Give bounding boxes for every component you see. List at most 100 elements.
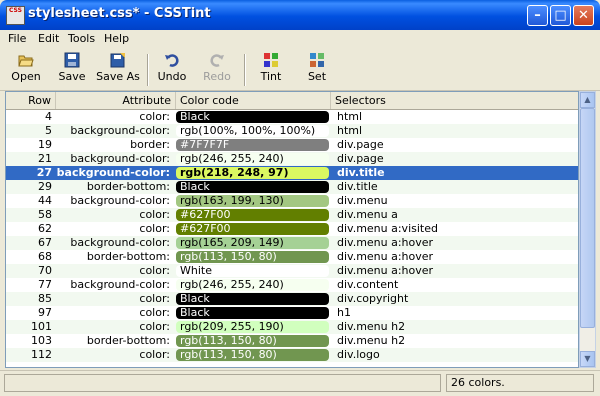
table-row[interactable]: 103 border-bottom: rgb(113, 150, 80) div.me… (6, 334, 578, 348)
status-panel-main (4, 374, 441, 392)
cell-color-code[interactable]: rgb(113, 150, 80) (176, 349, 329, 361)
cell-color-code[interactable]: rgb(246, 255, 240) (176, 153, 329, 165)
cell-color-code[interactable]: Black (176, 293, 329, 305)
menu-help[interactable]: Help (104, 32, 129, 45)
cell-color-code[interactable]: White (176, 265, 329, 277)
cell-selectors: div.menu a (337, 208, 398, 221)
save-button[interactable]: Save (57, 52, 87, 83)
cell-selectors: div.logo (337, 348, 380, 361)
cell-selectors: div.menu a:hover (337, 250, 434, 263)
redo-button[interactable]: Redo (201, 52, 233, 83)
column-header-selectors[interactable]: Selectors (331, 92, 578, 109)
cell-attribute: color: (139, 348, 170, 361)
column-header-row[interactable]: Row (6, 92, 56, 109)
save-label: Save (58, 70, 86, 83)
cell-row-number: 5 (45, 124, 52, 137)
cell-row-number: 27 (36, 166, 52, 179)
menu-tools[interactable]: Tools (68, 32, 95, 45)
cell-selectors: html (337, 124, 363, 137)
open-button[interactable]: Open (10, 52, 42, 83)
undo-label: Undo (157, 70, 187, 83)
cell-color-code[interactable]: Black (176, 181, 329, 193)
undo-arrow-icon (164, 52, 180, 68)
table-row[interactable]: 58 color: #627F00 div.menu a (6, 208, 578, 222)
window-title: stylesheet.css* - CSSTint (28, 6, 211, 21)
cell-color-code[interactable]: rgb(218, 248, 97) (176, 167, 329, 179)
cell-attribute: background-color: (70, 194, 170, 207)
cell-row-number: 58 (38, 208, 52, 221)
table-row[interactable]: 5 background-color: rgb(100%, 100%, 100%) h… (6, 124, 578, 138)
set-button[interactable]: Set (303, 52, 331, 83)
cell-color-code[interactable]: #7F7F7F (176, 139, 329, 151)
scroll-thumb[interactable] (580, 108, 595, 328)
table-row[interactable]: 29 border-bottom: Black div.title (6, 180, 578, 194)
cell-selectors: div.title (337, 166, 385, 179)
cell-color-code[interactable]: rgb(113, 150, 80) (176, 335, 329, 347)
cell-selectors: div.menu a:hover (337, 236, 434, 249)
table-row[interactable]: 19 border: #7F7F7F div.page (6, 138, 578, 152)
cell-selectors: h1 (337, 306, 351, 319)
cell-attribute: color: (139, 320, 170, 333)
tint-button[interactable]: Tint (256, 52, 286, 83)
cell-color-code[interactable]: rgb(165, 209, 149) (176, 237, 329, 249)
scroll-down-arrow-icon[interactable]: ▼ (580, 351, 595, 367)
cell-row-number: 4 (45, 110, 52, 123)
cell-row-number: 29 (38, 180, 52, 193)
cell-color-code[interactable]: Black (176, 111, 329, 123)
status-bar: 26 colors. (0, 370, 600, 396)
table-row[interactable]: 70 color: White div.menu a:hover (6, 264, 578, 278)
cell-selectors: div.page (337, 138, 384, 151)
minimize-button[interactable]: – (527, 5, 548, 26)
table-row[interactable]: 21 background-color: rgb(246, 255, 240) div… (6, 152, 578, 166)
menu-file[interactable]: File (8, 32, 26, 45)
vertical-scrollbar[interactable]: ▲ ▼ (579, 91, 596, 368)
close-button[interactable]: ✕ (573, 5, 594, 26)
cell-attribute: color: (139, 292, 170, 305)
cell-color-code[interactable]: #627F00 (176, 223, 329, 235)
table-row-selected[interactable]: 27 background-color: rgb(218, 248, 97) div.… (6, 166, 578, 180)
cell-color-code[interactable]: rgb(100%, 100%, 100%) (176, 125, 329, 137)
save-as-icon (110, 52, 126, 68)
cell-attribute: color: (139, 222, 170, 235)
cell-attribute: border-bottom: (86, 334, 170, 347)
folder-open-icon (18, 52, 34, 68)
cell-color-code[interactable]: rgb(246, 255, 240) (176, 279, 329, 291)
cell-attribute: background-color: (70, 278, 170, 291)
cell-color-code[interactable]: Black (176, 307, 329, 319)
table-row[interactable]: 62 color: #627F00 div.menu a:visited (6, 222, 578, 236)
table-row[interactable]: 101 color: rgb(209, 255, 190) div.menu h2 (6, 320, 578, 334)
scroll-up-arrow-icon[interactable]: ▲ (580, 92, 595, 108)
maximize-button[interactable]: □ (550, 5, 571, 26)
cell-selectors: div.menu h2 (337, 320, 406, 333)
cell-color-code[interactable]: #627F00 (176, 209, 329, 221)
menu-bar: File Edit Tools Help (0, 30, 600, 48)
cell-color-code[interactable]: rgb(209, 255, 190) (176, 321, 329, 333)
cell-color-code[interactable]: rgb(113, 150, 80) (176, 251, 329, 263)
cell-color-code[interactable]: rgb(163, 199, 130) (176, 195, 329, 207)
color-grid: Row Attribute Color code Selectors 4 colo… (5, 91, 579, 368)
cell-attribute: background-color: (70, 236, 170, 249)
save-as-label: Save As (96, 70, 140, 83)
table-row[interactable]: 68 border-bottom: rgb(113, 150, 80) div.men… (6, 250, 578, 264)
cell-selectors: div.title (337, 180, 378, 193)
cell-row-number: 77 (38, 278, 52, 291)
cell-row-number: 103 (31, 334, 52, 347)
redo-label: Redo (203, 70, 231, 83)
table-row[interactable]: 97 color: Black h1 (6, 306, 578, 320)
save-as-button[interactable]: Save As (96, 52, 140, 83)
menu-edit[interactable]: Edit (38, 32, 59, 45)
title-bar: CSS stylesheet.css* - CSSTint – □ ✕ (0, 0, 600, 30)
cell-row-number: 97 (38, 306, 52, 319)
table-row[interactable]: 44 background-color: rgb(163, 199, 130) div… (6, 194, 578, 208)
table-row[interactable]: 67 background-color: rgb(165, 209, 149) div… (6, 236, 578, 250)
column-header-color-code[interactable]: Color code (176, 92, 331, 109)
table-row[interactable]: 4 color: Black html (6, 110, 578, 124)
cell-attribute: color: (139, 264, 170, 277)
table-row[interactable]: 77 background-color: rgb(246, 255, 240) div… (6, 278, 578, 292)
table-row[interactable]: 112 color: rgb(113, 150, 80) div.logo (6, 348, 578, 362)
table-row[interactable]: 85 color: Black div.copyright (6, 292, 578, 306)
column-header-attribute[interactable]: Attribute (56, 92, 176, 109)
undo-button[interactable]: Undo (156, 52, 188, 83)
cell-row-number: 70 (38, 264, 52, 277)
grid-header: Row Attribute Color code Selectors (6, 92, 578, 110)
